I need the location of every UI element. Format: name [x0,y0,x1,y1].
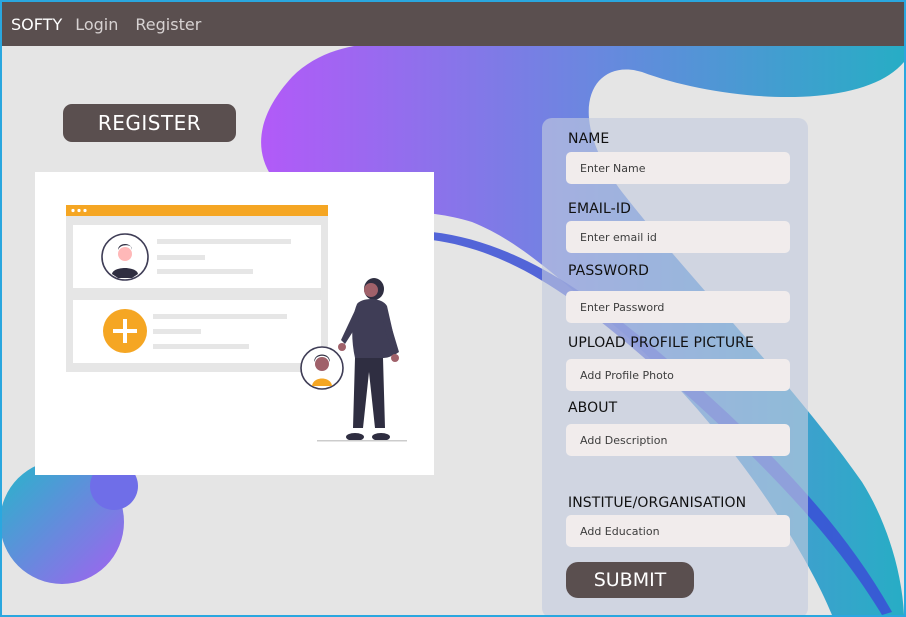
browser-titlebar [66,205,328,216]
registration-illustration [35,172,434,475]
name-input[interactable] [566,152,790,184]
email-input[interactable] [566,221,790,253]
name-label: NAME [568,131,610,147]
about-label: ABOUT [568,400,618,416]
plus-icon [103,309,147,353]
small-avatar-icon [300,346,344,390]
nav-register-link[interactable]: Register [135,15,201,34]
app-frame: SOFTY Login Register REGISTER NAME Enter… [0,0,906,617]
brand-logo[interactable]: SOFTY [11,15,62,34]
email-label: EMAIL-ID [568,201,631,217]
profile-picture-label: UPLOAD PROFILE PICTURE [568,335,754,351]
submit-button[interactable]: SUBMIT [566,562,694,598]
user-avatar-icon [101,233,149,281]
registration-form: NAME EMAIL-ID PASSWORD UPLOAD PROFILE PI… [542,118,808,615]
password-label: PASSWORD [568,263,650,279]
education-input[interactable] [566,515,790,547]
nav-login-link[interactable]: Login [75,15,118,34]
profile-photo-input[interactable] [566,359,790,391]
organisation-label: INSTITUE/ORGANISATION [568,495,747,511]
description-input[interactable] [566,424,790,456]
register-heading-badge: REGISTER [63,104,236,142]
navbar: SOFTY Login Register [2,2,904,46]
password-input[interactable] [566,291,790,323]
